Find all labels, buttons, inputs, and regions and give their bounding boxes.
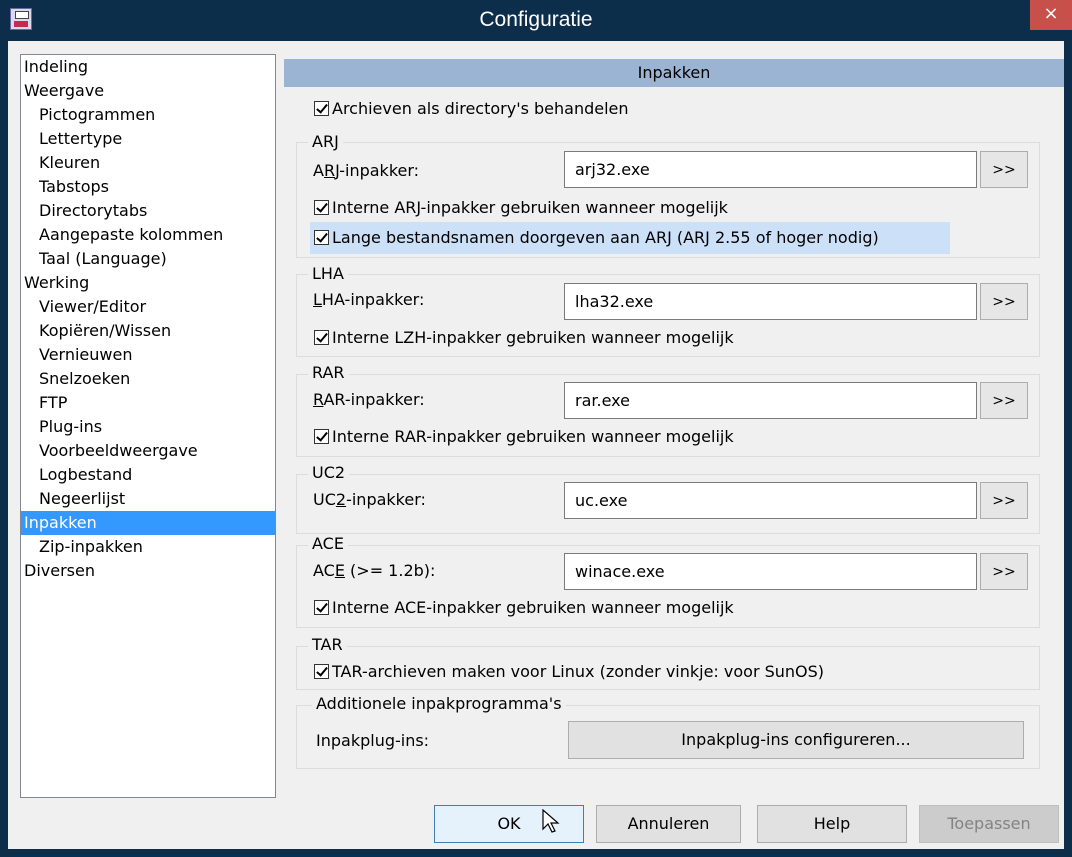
nav-item[interactable]: Viewer/Editor [21,295,275,319]
checkbox-checked-icon [314,664,329,679]
ace-internal-checkbox[interactable]: Interne ACE-inpakker gebruiken wanneer m… [314,598,734,617]
lha-packer-label: LHA-inpakker: [313,290,425,309]
nav-item[interactable]: Diversen [21,559,275,583]
uc2-packer-input[interactable]: uc.exe [564,482,977,519]
rar-packer-input[interactable]: rar.exe [564,382,977,419]
panel-heading: Inpakken [284,59,1064,87]
ace-packer-label: ACE (>= 1.2b): [313,561,436,580]
lha-packer-input[interactable]: lha32.exe [564,283,977,320]
ace-packer-input[interactable]: winace.exe [564,553,977,590]
checkbox-checked-icon [314,101,329,116]
arj-packer-input[interactable]: arj32.exe [564,151,977,188]
tar-group-title: TAR [308,636,347,654]
arj-long-names-checkbox[interactable]: Lange bestandsnamen doorgeven aan ARJ (A… [310,222,950,254]
arj-browse-button[interactable]: >> [980,151,1028,188]
cancel-button[interactable]: Annuleren [596,805,741,843]
arj-packer-label: ARJ-inpakker: [313,161,420,180]
nav-item[interactable]: Taal (Language) [21,247,275,271]
nav-item[interactable]: Plug-ins [21,415,275,439]
arj-internal-checkbox[interactable]: Interne ARJ-inpakker gebruiken wanneer m… [314,198,728,217]
nav-item[interactable]: Vernieuwen [21,343,275,367]
nav-item[interactable]: FTP [21,391,275,415]
uc2-group-title: UC2 [308,464,350,482]
nav-item[interactable]: Directorytabs [21,199,275,223]
window-title: Configuratie [479,8,593,31]
nav-item[interactable]: Kleuren [21,151,275,175]
checkbox-checked-icon [314,330,329,345]
rar-group-title: RAR [308,364,349,382]
title-bar[interactable]: Configuratie × [0,0,1072,41]
arj-group-title: ARJ [308,133,343,151]
config-window: Configuratie × Indeling Weergave Pictogram… [0,0,1072,857]
nav-item[interactable]: Snelzoeken [21,367,275,391]
tar-linux-checkbox[interactable]: TAR-archieven maken voor Linux (zonder v… [314,662,824,681]
nav-item[interactable]: Werking [21,271,275,295]
nav-item[interactable]: Negeerlijst [21,487,275,511]
apply-button[interactable]: Toepassen [919,805,1059,843]
rar-packer-label: RAR-inpakker: [313,390,425,409]
additional-group-title: Additionele inpakprogramma's [312,695,566,713]
plugins-label: Inpakplug-ins: [316,731,430,750]
close-button[interactable]: × [1030,0,1072,30]
lha-browse-button[interactable]: >> [980,283,1028,320]
checkbox-checked-icon [314,200,329,215]
nav-item[interactable]: Weergave [21,79,275,103]
ok-button[interactable]: OK [434,805,584,843]
nav-item[interactable]: Lettertype [21,127,275,151]
nav-item[interactable]: Aangepaste kolommen [21,223,275,247]
lha-group-title: LHA [308,265,348,283]
archives-as-dirs-checkbox[interactable]: Archieven als directory's behandelen [314,99,629,118]
nav-item[interactable]: Voorbeeldweergave [21,439,275,463]
configure-plugins-button[interactable]: Inpakplug-ins configureren... [568,721,1024,759]
lha-internal-checkbox[interactable]: Interne LZH-inpakker gebruiken wanneer m… [314,328,734,347]
checkbox-checked-icon [314,230,329,245]
mouse-cursor-icon [542,809,560,833]
archives-as-dirs-label: Archieven als directory's behandelen [332,99,629,118]
nav-item[interactable]: Inpakken [21,511,275,535]
checkbox-checked-icon [314,429,329,444]
nav-item[interactable]: Zip-inpakken [21,535,275,559]
uc2-browse-button[interactable]: >> [980,482,1028,519]
uc2-packer-label: UC2-inpakker: [313,490,426,509]
rar-internal-checkbox[interactable]: Interne RAR-inpakker gebruiken wanneer m… [314,427,734,446]
dialog-client-area: Indeling Weergave Pictogrammen Lettertype Kl… [8,41,1064,849]
nav-item[interactable]: Logbestand [21,463,275,487]
checkbox-checked-icon [314,600,329,615]
ace-browse-button[interactable]: >> [980,553,1028,590]
nav-item[interactable]: Kopiëren/Wissen [21,319,275,343]
help-button[interactable]: Help [757,805,907,843]
rar-browse-button[interactable]: >> [980,382,1028,419]
settings-nav-tree[interactable]: Indeling Weergave Pictogrammen Lettertype Kl… [20,54,276,798]
ace-group-title: ACE [308,535,348,553]
nav-item[interactable]: Indeling [21,55,275,79]
nav-item[interactable]: Pictogrammen [21,103,275,127]
nav-item[interactable]: Tabstops [21,175,275,199]
